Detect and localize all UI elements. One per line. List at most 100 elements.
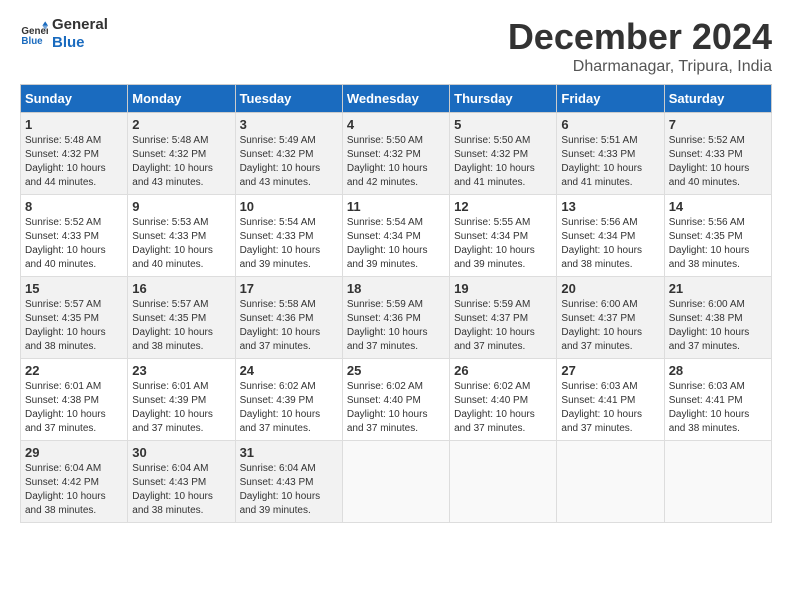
logo-blue: Blue [52,34,108,52]
logo: General Blue General Blue [20,16,108,52]
calendar-cell: 8 Sunrise: 5:52 AMSunset: 4:33 PMDaylight… [21,195,128,277]
day-info: Sunrise: 6:00 AMSunset: 4:37 PMDaylight:… [561,298,659,354]
calendar-week-1: 1Sunrise: 5:48 AMSunset: 4:32 PMDaylight… [21,113,772,195]
day-number: 23 [132,363,230,378]
day-number: 22 [25,363,123,378]
day-number: 11 [347,199,445,214]
day-info: Sunrise: 5:54 AMSunset: 4:34 PMDaylight:… [347,216,445,272]
day-info: Sunrise: 5:56 AMSunset: 4:35 PMDaylight:… [669,216,767,272]
day-number: 2 [132,117,230,132]
day-number: 14 [669,199,767,214]
calendar-cell: 9 Sunrise: 5:53 AMSunset: 4:33 PMDaylight… [128,195,235,277]
calendar-cell: 11 Sunrise: 5:54 AMSunset: 4:34 PMDayligh… [342,195,449,277]
calendar-week-2: 8 Sunrise: 5:52 AMSunset: 4:33 PMDaylight… [21,195,772,277]
day-info: Sunrise: 5:58 AMSunset: 4:36 PMDaylight:… [240,298,338,354]
day-number: 19 [454,281,552,296]
day-number: 9 [132,199,230,214]
svg-text:Blue: Blue [21,36,43,47]
day-number: 18 [347,281,445,296]
day-info: Sunrise: 6:02 AMSunset: 4:39 PMDaylight:… [240,380,338,436]
column-header-wednesday: Wednesday [342,85,449,113]
calendar-cell: 30 Sunrise: 6:04 AMSunset: 4:43 PMDayligh… [128,441,235,523]
calendar-cell: 25 Sunrise: 6:02 AMSunset: 4:40 PMDayligh… [342,359,449,441]
day-info: Sunrise: 5:52 AMSunset: 4:33 PMDaylight:… [669,134,767,190]
calendar-table: SundayMondayTuesdayWednesdayThursdayFrid… [20,84,772,523]
calendar-cell: 20 Sunrise: 6:00 AMSunset: 4:37 PMDayligh… [557,277,664,359]
day-info: Sunrise: 6:04 AMSunset: 4:43 PMDaylight:… [240,462,338,518]
calendar-cell: 17 Sunrise: 5:58 AMSunset: 4:36 PMDayligh… [235,277,342,359]
day-info: Sunrise: 5:51 AMSunset: 4:33 PMDaylight:… [561,134,659,190]
calendar-cell: 3Sunrise: 5:49 AMSunset: 4:32 PMDaylight… [235,113,342,195]
day-number: 17 [240,281,338,296]
calendar-cell: 6 Sunrise: 5:51 AMSunset: 4:33 PMDaylight… [557,113,664,195]
day-info: Sunrise: 5:57 AMSunset: 4:35 PMDaylight:… [25,298,123,354]
day-info: Sunrise: 6:02 AMSunset: 4:40 PMDaylight:… [347,380,445,436]
calendar-cell: 22Sunrise: 6:01 AMSunset: 4:38 PMDayligh… [21,359,128,441]
calendar-cell: 26 Sunrise: 6:02 AMSunset: 4:40 PMDayligh… [450,359,557,441]
day-info: Sunrise: 5:57 AMSunset: 4:35 PMDaylight:… [132,298,230,354]
calendar-cell: 27Sunrise: 6:03 AMSunset: 4:41 PMDayligh… [557,359,664,441]
day-info: Sunrise: 5:53 AMSunset: 4:33 PMDaylight:… [132,216,230,272]
day-number: 6 [561,117,659,132]
calendar-week-3: 15 Sunrise: 5:57 AMSunset: 4:35 PMDayligh… [21,277,772,359]
calendar-cell [557,441,664,523]
calendar-week-5: 29 Sunrise: 6:04 AMSunset: 4:42 PMDayligh… [21,441,772,523]
column-header-monday: Monday [128,85,235,113]
day-info: Sunrise: 5:52 AMSunset: 4:33 PMDaylight:… [25,216,123,272]
day-number: 4 [347,117,445,132]
calendar-cell: 28 Sunrise: 6:03 AMSunset: 4:41 PMDayligh… [664,359,771,441]
day-info: Sunrise: 6:04 AMSunset: 4:42 PMDaylight:… [25,462,123,518]
page-container: General Blue General Blue December 2024 … [0,0,792,533]
calendar-cell [342,441,449,523]
logo-icon: General Blue [20,20,48,48]
calendar-cell: 18 Sunrise: 5:59 AMSunset: 4:36 PMDayligh… [342,277,449,359]
calendar-cell: 10Sunrise: 5:54 AMSunset: 4:33 PMDayligh… [235,195,342,277]
day-info: Sunrise: 6:04 AMSunset: 4:43 PMDaylight:… [132,462,230,518]
day-number: 16 [132,281,230,296]
calendar-cell: 5Sunrise: 5:50 AMSunset: 4:32 PMDaylight… [450,113,557,195]
day-number: 31 [240,445,338,460]
calendar-cell [450,441,557,523]
column-header-saturday: Saturday [664,85,771,113]
day-number: 8 [25,199,123,214]
day-info: Sunrise: 5:59 AMSunset: 4:36 PMDaylight:… [347,298,445,354]
day-info: Sunrise: 6:02 AMSunset: 4:40 PMDaylight:… [454,380,552,436]
day-info: Sunrise: 5:50 AMSunset: 4:32 PMDaylight:… [347,134,445,190]
day-number: 26 [454,363,552,378]
day-number: 15 [25,281,123,296]
location-title: Dharmanagar, Tripura, India [508,58,772,76]
header: General Blue General Blue December 2024 … [20,16,772,76]
column-header-friday: Friday [557,85,664,113]
day-info: Sunrise: 6:01 AMSunset: 4:39 PMDaylight:… [132,380,230,436]
month-title: December 2024 [508,16,772,58]
column-header-sunday: Sunday [21,85,128,113]
day-number: 30 [132,445,230,460]
day-number: 29 [25,445,123,460]
column-header-thursday: Thursday [450,85,557,113]
header-row: SundayMondayTuesdayWednesdayThursdayFrid… [21,85,772,113]
calendar-cell: 2Sunrise: 5:48 AMSunset: 4:32 PMDaylight… [128,113,235,195]
calendar-cell: 14 Sunrise: 5:56 AMSunset: 4:35 PMDayligh… [664,195,771,277]
day-number: 12 [454,199,552,214]
day-number: 28 [669,363,767,378]
day-info: Sunrise: 5:48 AMSunset: 4:32 PMDaylight:… [25,134,123,190]
day-number: 13 [561,199,659,214]
column-header-tuesday: Tuesday [235,85,342,113]
calendar-cell [664,441,771,523]
calendar-cell: 29 Sunrise: 6:04 AMSunset: 4:42 PMDayligh… [21,441,128,523]
day-info: Sunrise: 5:55 AMSunset: 4:34 PMDaylight:… [454,216,552,272]
day-info: Sunrise: 6:00 AMSunset: 4:38 PMDaylight:… [669,298,767,354]
calendar-cell: 24Sunrise: 6:02 AMSunset: 4:39 PMDayligh… [235,359,342,441]
day-info: Sunrise: 5:54 AMSunset: 4:33 PMDaylight:… [240,216,338,272]
calendar-cell: 31 Sunrise: 6:04 AMSunset: 4:43 PMDayligh… [235,441,342,523]
day-info: Sunrise: 5:59 AMSunset: 4:37 PMDaylight:… [454,298,552,354]
calendar-cell: 21Sunrise: 6:00 AMSunset: 4:38 PMDayligh… [664,277,771,359]
day-number: 25 [347,363,445,378]
day-info: Sunrise: 5:56 AMSunset: 4:34 PMDaylight:… [561,216,659,272]
calendar-cell: 4 Sunrise: 5:50 AMSunset: 4:32 PMDaylight… [342,113,449,195]
day-number: 3 [240,117,338,132]
calendar-cell: 7Sunrise: 5:52 AMSunset: 4:33 PMDaylight… [664,113,771,195]
day-number: 20 [561,281,659,296]
calendar-cell: 13 Sunrise: 5:56 AMSunset: 4:34 PMDayligh… [557,195,664,277]
day-info: Sunrise: 6:03 AMSunset: 4:41 PMDaylight:… [669,380,767,436]
